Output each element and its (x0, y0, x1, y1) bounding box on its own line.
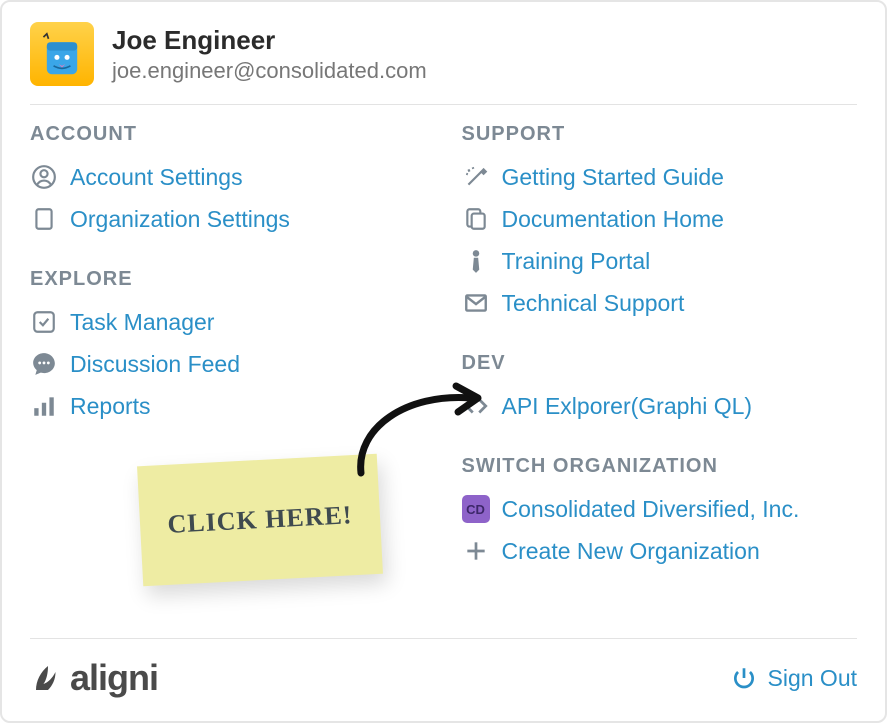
explore-section-title: EXPLORE (30, 268, 426, 291)
org-consolidated-item[interactable]: CD Consolidated Diversified, Inc. (462, 488, 858, 530)
menu-label: Organization Settings (70, 206, 290, 233)
user-menu-panel: Joe Engineer joe.engineer@consolidated.c… (0, 0, 887, 723)
magic-wand-icon (462, 163, 490, 191)
menu-label: Getting Started Guide (502, 164, 724, 191)
switch-org-section: SWITCH ORGANIZATION CD Consolidated Dive… (462, 455, 858, 572)
copy-icon (462, 205, 490, 233)
tie-icon (462, 247, 490, 275)
brand-logo: aligni (30, 657, 158, 699)
menu-label: Reports (70, 393, 151, 420)
user-circle-icon (30, 163, 58, 191)
sign-out-button[interactable]: Sign Out (730, 664, 858, 692)
bar-chart-icon (30, 392, 58, 420)
footer: aligni Sign Out (30, 638, 857, 721)
building-icon (30, 205, 58, 233)
org-badge-icon: CD (462, 495, 490, 523)
menu-label: Task Manager (70, 309, 214, 336)
mail-icon (462, 289, 490, 317)
menu-label: Documentation Home (502, 206, 724, 233)
menu-label: API Exlporer(Graphi QL) (502, 393, 753, 420)
user-name: Joe Engineer (112, 25, 427, 56)
power-icon (730, 664, 758, 692)
discussion-feed-item[interactable]: Discussion Feed (30, 343, 426, 385)
checkbox-icon (30, 308, 58, 336)
menu-label: Create New Organization (502, 538, 760, 565)
support-section: SUPPORT Getting Started Guide Documentat… (462, 123, 858, 324)
create-new-org-item[interactable]: Create New Organization (462, 530, 858, 572)
avatar (30, 22, 94, 86)
menu-label: Training Portal (502, 248, 651, 275)
organization-settings-item[interactable]: Organization Settings (30, 198, 426, 240)
user-header: Joe Engineer joe.engineer@consolidated.c… (30, 22, 857, 105)
documentation-home-item[interactable]: Documentation Home (462, 198, 858, 240)
dev-section-title: DEV (462, 352, 858, 375)
code-icon (462, 392, 490, 420)
api-explorer-item[interactable]: API Exlporer(Graphi QL) (462, 385, 858, 427)
switch-org-section-title: SWITCH ORGANIZATION (462, 455, 858, 478)
brand-text: aligni (70, 657, 158, 699)
chat-icon (30, 350, 58, 378)
menu-label: Technical Support (502, 290, 685, 317)
user-email: joe.engineer@consolidated.com (112, 58, 427, 84)
sign-out-label: Sign Out (768, 665, 858, 692)
plus-icon (462, 537, 490, 565)
getting-started-item[interactable]: Getting Started Guide (462, 156, 858, 198)
account-section-title: ACCOUNT (30, 123, 426, 146)
right-column: SUPPORT Getting Started Guide Documentat… (462, 123, 858, 638)
task-manager-item[interactable]: Task Manager (30, 301, 426, 343)
sticky-note: CLICK HERE! (137, 454, 383, 586)
menu-label: Discussion Feed (70, 351, 240, 378)
sticky-note-text: CLICK HERE! (167, 500, 353, 540)
menu-label: Consolidated Diversified, Inc. (502, 496, 800, 523)
dev-section: DEV API Exlporer(Graphi QL) (462, 352, 858, 427)
reports-item[interactable]: Reports (30, 385, 426, 427)
account-section: ACCOUNT Account Settings Organization Se… (30, 123, 426, 240)
technical-support-item[interactable]: Technical Support (462, 282, 858, 324)
support-section-title: SUPPORT (462, 123, 858, 146)
training-portal-item[interactable]: Training Portal (462, 240, 858, 282)
menu-label: Account Settings (70, 164, 243, 191)
explore-section: EXPLORE Task Manager Discussion Feed (30, 268, 426, 427)
account-settings-item[interactable]: Account Settings (30, 156, 426, 198)
